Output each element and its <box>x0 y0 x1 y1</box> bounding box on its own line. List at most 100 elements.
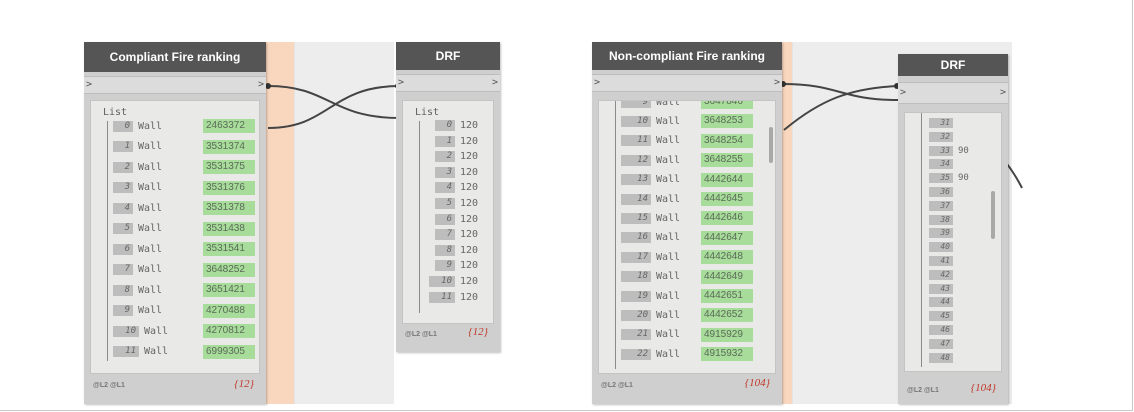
list-index: 45 <box>929 311 953 322</box>
node-compliant-fire-ranking[interactable]: Compliant Fire ranking > > List 0 Wall 246… <box>84 42 266 404</box>
node-non-compliant-fire-ranking[interactable]: Non-compliant Fire ranking > > 9 Wall 3647… <box>592 42 782 404</box>
item-type: Wall <box>656 100 681 108</box>
item-type: Wall <box>656 251 681 263</box>
list-item: 10 Wall 3648253 <box>621 114 753 129</box>
list-index: 6 <box>435 213 455 225</box>
list-item: 15 Wall 4442646 <box>621 211 753 226</box>
list-index: 22 <box>621 348 651 360</box>
list-value: 120 <box>460 120 479 131</box>
list-item: 10 Wall 4270812 <box>113 324 255 338</box>
list-index: 4 <box>113 202 133 214</box>
list-index: 38 <box>929 214 953 225</box>
port-row: > > <box>84 76 266 94</box>
input-port[interactable]: > <box>594 75 600 91</box>
list-item: 41 <box>929 255 958 267</box>
list-value: 90 <box>958 145 969 156</box>
scrollbar-thumb[interactable] <box>769 127 773 163</box>
item-type: Wall <box>144 346 169 357</box>
list-item: 1 120 <box>435 135 478 148</box>
item-type: Wall <box>138 223 163 234</box>
node-title[interactable]: DRF <box>396 42 500 70</box>
list-item: 1 Wall 3531374 <box>113 139 255 154</box>
item-type: Wall <box>656 212 681 224</box>
node-drf-1[interactable]: DRF > > List 0 120 1 120 2 120 3 120 4 120 5 120 6 12… <box>396 42 500 352</box>
tree-line <box>419 121 420 313</box>
list-item: 0 120 <box>435 119 478 132</box>
list-item: 10 120 <box>429 275 478 288</box>
item-type: Wall <box>656 309 681 321</box>
output-port[interactable]: > <box>492 75 498 91</box>
list-item: 40 <box>929 241 958 253</box>
list-item: 42 <box>929 269 958 281</box>
item-type: Wall <box>138 305 163 316</box>
list-value: 120 <box>460 260 479 272</box>
list-index: 34 <box>929 159 953 170</box>
item-type: Wall <box>138 141 163 152</box>
input-port[interactable]: > <box>900 83 906 103</box>
element-id-value: 6999305 <box>203 344 255 359</box>
node-drf-2[interactable]: DRF > > 31 32 33 90 34 35 90 36 37 38 39 40 41 42 43 44… <box>898 54 1008 404</box>
element-id-value: 4270488 <box>203 303 255 318</box>
list-index: 11 <box>113 346 139 357</box>
watch-list-panel[interactable]: 31 32 33 90 34 35 90 36 37 38 39 40 41 42 43 44 45 46 47 48 <box>904 112 1002 372</box>
list-value: 120 <box>460 213 479 225</box>
input-port[interactable]: > <box>86 77 92 93</box>
list-index: 0 <box>435 120 455 131</box>
list-index: 15 <box>621 212 651 224</box>
level-indicator: @L2 @L1 <box>907 387 939 394</box>
list-item: 4 Wall 3531378 <box>113 201 255 215</box>
item-count: {12} <box>234 378 254 390</box>
list-value: 120 <box>460 135 479 147</box>
list-index: 11 <box>621 135 651 147</box>
list-index: 39 <box>929 228 953 239</box>
list-index: 1 <box>435 135 455 147</box>
list-index: 42 <box>929 269 953 280</box>
item-type: Wall <box>656 232 681 244</box>
output-port[interactable]: > <box>774 75 780 91</box>
list-item: 35 90 <box>929 172 969 184</box>
list-index: 7 <box>113 264 133 275</box>
watch-list-panel[interactable]: 9 Wall 3647846 10 Wall 3648253 11 Wall 3648254 12… <box>598 100 776 374</box>
list-item: 33 90 <box>929 145 969 157</box>
list-value: 120 <box>460 151 479 163</box>
list-item: 22 Wall 4915932 <box>621 347 753 362</box>
element-id-value: 3648254 <box>701 133 753 148</box>
item-type: Wall <box>656 348 681 360</box>
watch-list-panel[interactable]: List 0 Wall 2463372 1 Wall 3531374 2 Wall 353137… <box>90 100 260 374</box>
wire-compliant-to-drf-2 <box>267 85 401 129</box>
item-type: Wall <box>138 182 163 193</box>
list-item: 12 Wall 3648255 <box>621 153 753 168</box>
node-title[interactable]: Compliant Fire ranking <box>84 42 266 72</box>
item-type: Wall <box>138 120 163 132</box>
list-index: 1 <box>113 141 133 152</box>
list-item: 7 Wall 3648252 <box>113 262 255 277</box>
list-value: 120 <box>460 276 479 287</box>
output-port[interactable]: > <box>1000 83 1006 103</box>
element-id-value: 3531375 <box>203 160 255 174</box>
list-index: 3 <box>435 166 455 178</box>
list-item: 4 120 <box>435 181 478 194</box>
list-item: 11 Wall 3648254 <box>621 133 753 148</box>
list-index: 2 <box>435 151 455 163</box>
list-index: 5 <box>113 223 133 234</box>
element-id-value: 4442647 <box>701 230 753 245</box>
graph-canvas[interactable]: Compliant Fire ranking > > List 0 Wall 246… <box>0 0 1134 412</box>
element-id-value: 3648255 <box>701 153 753 168</box>
list-item: 5 120 <box>435 197 478 210</box>
element-id-value: 3531438 <box>203 221 255 236</box>
list-item: 3 120 <box>435 166 478 179</box>
list-index: 10 <box>621 115 651 127</box>
item-count: {104} <box>744 377 770 389</box>
input-port[interactable]: > <box>398 75 404 91</box>
watch-list-panel[interactable]: List 0 120 1 120 2 120 3 120 4 120 5 120 6 120 7 120 8 12… <box>402 100 494 324</box>
list-index: 6 <box>113 243 133 255</box>
list-value: 120 <box>460 229 479 241</box>
list-value: 120 <box>460 182 479 194</box>
list-item: 11 120 <box>429 291 478 304</box>
node-title[interactable]: Non-compliant Fire ranking <box>592 42 782 70</box>
node-title[interactable]: DRF <box>898 54 1008 76</box>
scrollbar-thumb[interactable] <box>991 191 995 239</box>
element-id-value: 3531376 <box>203 180 255 195</box>
list-index: 47 <box>929 338 953 349</box>
output-port[interactable]: > <box>258 77 264 93</box>
